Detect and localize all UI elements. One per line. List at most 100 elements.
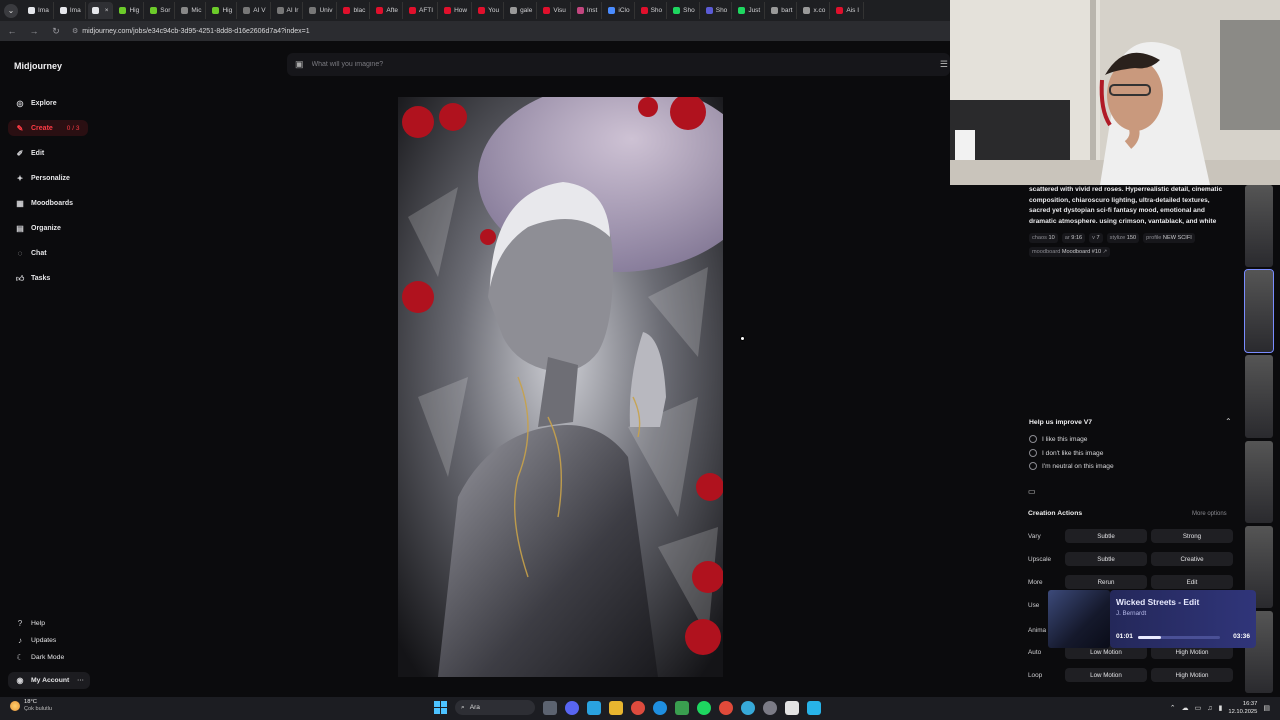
- browser-tab[interactable]: Univ: [305, 2, 338, 19]
- chevron-up-icon[interactable]: ⌃: [1225, 417, 1232, 426]
- reload-icon[interactable]: ↻: [50, 26, 62, 37]
- radio-button[interactable]: [1029, 462, 1037, 470]
- more-options-link[interactable]: More options: [1192, 511, 1227, 517]
- obs-icon[interactable]: [763, 700, 777, 715]
- sidebar-item-organize[interactable]: ▤ Organize: [8, 216, 108, 241]
- chrome-icon[interactable]: [631, 700, 645, 715]
- browser-tab[interactable]: Sho: [637, 2, 668, 19]
- browser-tab[interactable]: AI Ir: [273, 2, 304, 19]
- back-icon[interactable]: ←: [6, 26, 18, 36]
- param-profile[interactable]: profile NEW SCIFI: [1143, 233, 1195, 243]
- capcut-icon[interactable]: [785, 700, 799, 715]
- notepad-icon[interactable]: [807, 700, 821, 715]
- browser-tab[interactable]: How: [440, 2, 473, 19]
- thumbnail-selected[interactable]: [1244, 269, 1274, 354]
- browser-tab[interactable]: Mic: [177, 2, 207, 19]
- upscale-subtle-button[interactable]: Subtle: [1065, 552, 1147, 566]
- sidebar-item-explore[interactable]: ◎ Explore: [8, 91, 108, 116]
- updates-link[interactable]: ♪ Updates: [8, 632, 108, 649]
- tab-search-icon[interactable]: ⌄: [4, 3, 18, 18]
- site-info-icon[interactable]: ⚙: [72, 27, 78, 35]
- param-ar[interactable]: ar 9:16: [1061, 233, 1086, 243]
- sidebar-item-tasks[interactable]: 👍︎ Tasks: [8, 266, 108, 291]
- param-moodboard[interactable]: moodboard Moodboard #10 ↗: [1029, 247, 1111, 257]
- app-logo[interactable]: Midjourney: [14, 61, 62, 71]
- browser-tab[interactable]: AFTI: [405, 2, 439, 19]
- forward-icon[interactable]: →: [28, 26, 40, 36]
- browser-tab[interactable]: Ima: [24, 2, 54, 19]
- browser-tab[interactable]: Hig: [208, 2, 238, 19]
- folder-icon[interactable]: ▭: [1028, 487, 1036, 496]
- sidebar-item-moodboards[interactable]: ▦ Moodboards: [8, 191, 108, 216]
- browser-tab[interactable]: Just: [734, 2, 766, 19]
- feedback-dislike-option[interactable]: I don't like this image: [1029, 449, 1103, 457]
- notification-icon[interactable]: ▤: [1263, 704, 1270, 712]
- network-icon[interactable]: ▭: [1195, 704, 1202, 712]
- browser-tab[interactable]: Sor: [146, 2, 176, 19]
- browser-tab[interactable]: Ima: [56, 2, 86, 19]
- copilot-icon[interactable]: [587, 700, 601, 715]
- browser-icon[interactable]: [741, 700, 755, 715]
- browser-tab[interactable]: bart: [767, 2, 798, 19]
- sidebar-item-create[interactable]: ✎ Create 0 / 3: [8, 120, 88, 136]
- feedback-neutral-option[interactable]: I'm neutral on this image: [1029, 462, 1114, 470]
- close-icon[interactable]: ×: [105, 7, 109, 14]
- browser-tab[interactable]: Sho: [702, 2, 733, 19]
- prompt-text[interactable]: scattered with vivid red roses. Hyperrea…: [1029, 185, 1229, 227]
- loop-high-motion-button[interactable]: High Motion: [1151, 668, 1233, 682]
- help-link[interactable]: ? Help: [8, 615, 108, 632]
- settings-sliders-icon[interactable]: ☰: [940, 59, 948, 70]
- windows-start-icon[interactable]: [434, 701, 447, 714]
- radio-button[interactable]: [1029, 435, 1037, 443]
- browser-tab[interactable]: gale: [506, 2, 538, 19]
- rerun-button[interactable]: Rerun: [1065, 575, 1147, 589]
- edge-icon[interactable]: [653, 700, 667, 715]
- chrome-alt-icon[interactable]: [719, 700, 733, 715]
- my-account-button[interactable]: ◉ My Account ···: [8, 672, 90, 689]
- radio-button[interactable]: [1029, 449, 1037, 457]
- clock[interactable]: 16:37 12.10.2025: [1228, 700, 1257, 716]
- browser-tab[interactable]: Ais I: [832, 2, 865, 19]
- more-icon[interactable]: ···: [77, 677, 84, 684]
- browser-tab[interactable]: Afte: [372, 2, 403, 19]
- prompt-input[interactable]: [311, 61, 872, 68]
- browser-tab[interactable]: blac: [339, 2, 371, 19]
- weather-widget[interactable]: 18°C Çok bulutlu: [10, 699, 52, 713]
- browser-tab[interactable]: You: [474, 2, 505, 19]
- onedrive-icon[interactable]: ☁: [1182, 704, 1189, 712]
- spotify-icon[interactable]: [697, 700, 711, 715]
- sidebar-item-chat[interactable]: ◌ Chat: [8, 241, 108, 266]
- store-icon[interactable]: [675, 700, 689, 715]
- battery-icon[interactable]: ▮: [1219, 704, 1223, 712]
- vary-subtle-button[interactable]: Subtle: [1065, 529, 1147, 543]
- thumbnail[interactable]: [1245, 355, 1273, 438]
- task-view-icon[interactable]: [543, 700, 557, 715]
- param-version[interactable]: v 7: [1089, 233, 1103, 243]
- generated-image[interactable]: [398, 97, 723, 677]
- browser-tab[interactable]: ×: [87, 2, 114, 19]
- param-chaos[interactable]: chaos 10: [1029, 233, 1058, 243]
- sidebar-item-personalize[interactable]: ✦ Personalize: [8, 166, 108, 191]
- feedback-like-option[interactable]: I like this image: [1029, 435, 1087, 443]
- taskbar-search[interactable]: ⌕ Ara: [455, 700, 535, 715]
- loop-low-motion-button[interactable]: Low Motion: [1065, 668, 1147, 682]
- vary-strong-button[interactable]: Strong: [1151, 529, 1233, 543]
- param-stylize[interactable]: stylize 150: [1106, 233, 1140, 243]
- volume-icon[interactable]: ♫: [1207, 705, 1212, 712]
- thumbnail[interactable]: [1245, 440, 1273, 523]
- discord-icon[interactable]: [565, 700, 579, 715]
- dark-mode-toggle[interactable]: ☾ Dark Mode: [8, 649, 108, 666]
- browser-tab[interactable]: Hig: [115, 2, 145, 19]
- browser-tab[interactable]: iClo: [604, 2, 635, 19]
- image-prompt-icon[interactable]: ▣: [295, 59, 304, 70]
- thumbnail[interactable]: [1245, 185, 1273, 268]
- chevron-up-icon[interactable]: ⌃: [1170, 704, 1176, 712]
- browser-tab[interactable]: x.co: [799, 2, 831, 19]
- edit-button[interactable]: Edit: [1151, 575, 1233, 589]
- browser-tab[interactable]: AI V: [239, 2, 271, 19]
- file-explorer-icon[interactable]: [609, 700, 623, 715]
- browser-tab[interactable]: Visu: [539, 2, 571, 19]
- playback-progress[interactable]: [1138, 636, 1220, 639]
- browser-tab[interactable]: Sho: [669, 2, 700, 19]
- browser-tab[interactable]: Inst: [573, 2, 603, 19]
